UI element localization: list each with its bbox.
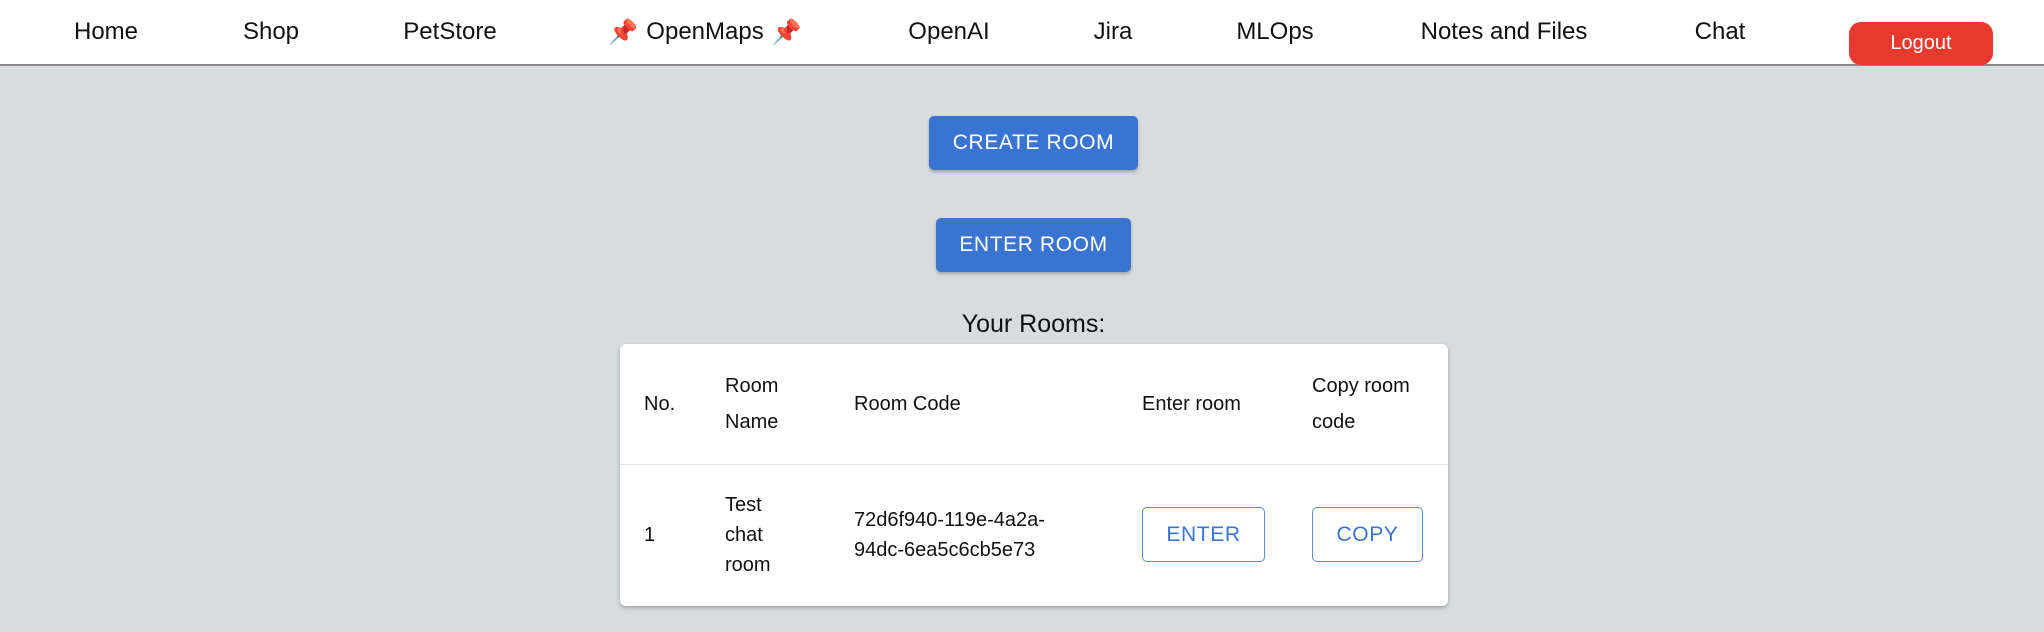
nav-chat[interactable]: Chat [1680, 0, 1760, 64]
column-header-copy-room-code: Copy room code [1312, 375, 1410, 433]
pushpin-icon: 📌 [771, 18, 802, 46]
nav-mlops[interactable]: MLOps [1222, 0, 1328, 64]
nav-openmaps[interactable]: 📌 OpenMaps 📌 [596, 0, 814, 64]
pushpin-icon: 📌 [608, 18, 639, 46]
nav-notes-and-files-label: Notes and Files [1420, 18, 1588, 45]
enter-room-row-button[interactable]: ENTER [1142, 507, 1265, 562]
nav-jira[interactable]: Jira [1073, 0, 1153, 64]
top-navbar: Home Shop PetStore 📌 OpenMaps 📌 OpenAI J… [0, 0, 2044, 66]
enter-room-button[interactable]: ENTER ROOM [936, 218, 1131, 272]
column-header-room-code: Room Code [854, 393, 961, 415]
nav-openai[interactable]: OpenAI [889, 0, 1009, 64]
room-name: Test chat room [725, 494, 771, 576]
nav-notes-and-files[interactable]: Notes and Files [1403, 0, 1605, 64]
create-room-button[interactable]: CREATE ROOM [929, 116, 1138, 170]
nav-petstore[interactable]: PetStore [390, 0, 510, 64]
column-header-room-name: Room Name [725, 375, 779, 433]
column-header-enter-room: Enter room [1142, 393, 1241, 415]
column-header-no: No. [644, 393, 676, 415]
copy-room-code-button[interactable]: COPY [1312, 507, 1423, 562]
nav-home-label: Home [73, 18, 139, 45]
nav-openai-label: OpenAI [908, 18, 990, 45]
logout-button[interactable]: Logout [1849, 22, 1993, 65]
row-number: 1 [644, 524, 656, 546]
nav-petstore-label: PetStore [403, 18, 497, 45]
nav-mlops-label: MLOps [1236, 18, 1314, 45]
nav-shop[interactable]: Shop [221, 0, 321, 64]
nav-shop-label: Shop [242, 18, 300, 45]
nav-jira-label: Jira [1093, 18, 1133, 45]
nav-chat-label: Chat [1694, 18, 1746, 45]
rooms-table: No. Room Name Room Code Enter room Copy … [620, 344, 1448, 606]
header-divider [620, 464, 1448, 465]
room-code: 72d6f940-119e-4a2a-94dc-6ea5c6cb5e73 [854, 509, 1045, 561]
rooms-title: Your Rooms: [961, 310, 1106, 338]
nav-home[interactable]: Home [56, 0, 156, 64]
nav-openmaps-label: OpenMaps [646, 18, 764, 45]
